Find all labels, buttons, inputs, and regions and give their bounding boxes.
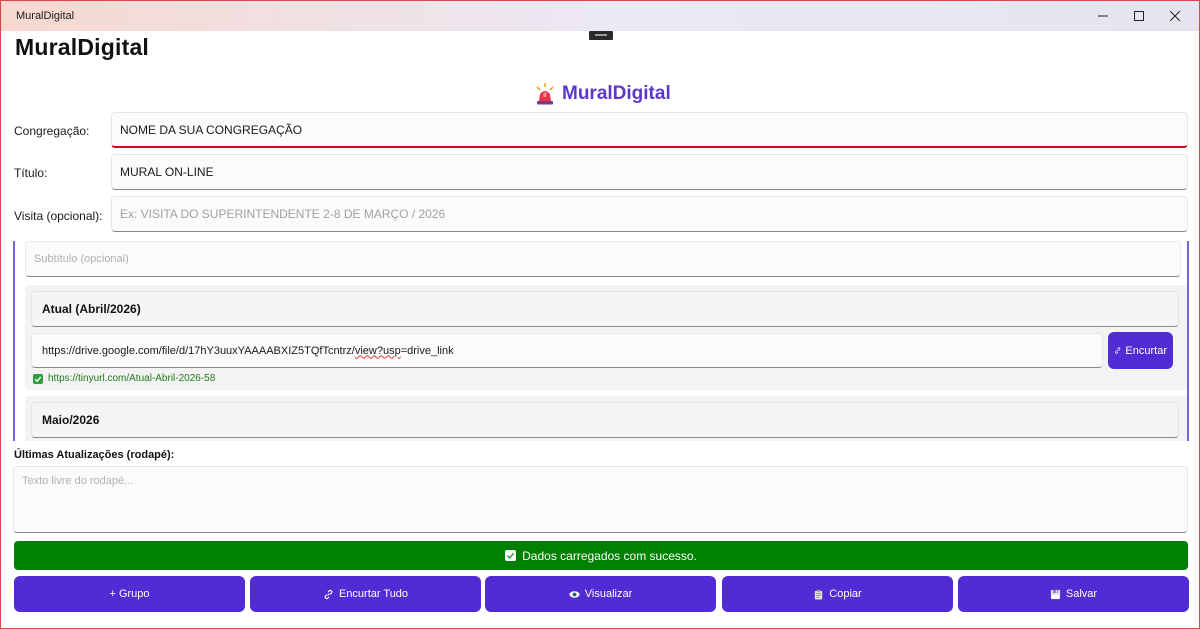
status-text: Dados carregados com sucesso. bbox=[522, 548, 697, 563]
footer-section-label: Últimas Atualizações (rodapé): bbox=[14, 449, 175, 461]
status-bar: Dados carregados com sucesso. bbox=[14, 541, 1188, 570]
group-card: Atual (Abril/2026) https://drive.google.… bbox=[25, 285, 1187, 390]
drag-handle[interactable] bbox=[589, 31, 613, 40]
group-name-field[interactable]: Maio/2026 bbox=[31, 402, 1179, 438]
copy-button[interactable]: Copiar bbox=[722, 576, 953, 612]
subtitle-input[interactable] bbox=[25, 241, 1181, 277]
short-url-text[interactable]: https://tinyurl.com/Atual-Abril-2026-58 bbox=[48, 373, 215, 384]
close-button[interactable] bbox=[1152, 1, 1198, 31]
app-title: MuralDigital bbox=[15, 34, 150, 60]
add-group-button[interactable]: + Grupo bbox=[14, 576, 245, 612]
check-box-icon bbox=[505, 550, 517, 561]
group-name-field[interactable]: Atual (Abril/2026) bbox=[31, 291, 1179, 327]
title-bar[interactable]: MuralDigital bbox=[1, 1, 1199, 31]
eye-icon bbox=[569, 590, 580, 598]
title-input[interactable] bbox=[111, 154, 1188, 190]
drive-link-input[interactable]: https://drive.google.com/file/d/17hY3uux… bbox=[31, 333, 1103, 368]
footer-textarea[interactable] bbox=[13, 466, 1188, 533]
preview-button[interactable]: Visualizar bbox=[485, 576, 716, 612]
link-url-part: https://drive.google.com/file/d/17hY3uux… bbox=[42, 344, 355, 357]
maximize-icon bbox=[1134, 11, 1144, 21]
link-icon bbox=[324, 589, 333, 599]
shorten-button-label: Encurtar bbox=[1125, 344, 1167, 357]
short-url-result: https://tinyurl.com/Atual-Abril-2026-58 bbox=[33, 373, 215, 384]
link-url-part: =drive_link bbox=[400, 344, 454, 357]
floppy-disk-icon bbox=[1050, 589, 1060, 599]
congregation-input[interactable] bbox=[111, 112, 1188, 148]
window-title: MuralDigital bbox=[16, 10, 75, 22]
brand-header: MuralDigital bbox=[535, 81, 671, 107]
visit-label: Visita (opcional): bbox=[14, 209, 103, 223]
link-url-spellcheck-part: view?usp bbox=[354, 344, 401, 357]
shorten-button[interactable]: Encurtar bbox=[1108, 332, 1173, 369]
group-card: Maio/2026 bbox=[25, 396, 1187, 441]
add-group-label: + Grupo bbox=[109, 588, 150, 600]
visit-input[interactable] bbox=[111, 196, 1188, 232]
shorten-all-button[interactable]: Encurtar Tudo bbox=[250, 576, 481, 612]
shorten-all-label: Encurtar Tudo bbox=[338, 588, 409, 600]
groups-scroll-panel[interactable]: Atual (Abril/2026) https://drive.google.… bbox=[13, 241, 1189, 441]
link-icon bbox=[1115, 347, 1121, 354]
check-box-icon bbox=[33, 373, 43, 384]
congregation-label: Congregação: bbox=[14, 124, 90, 138]
alarm-light-icon bbox=[536, 83, 554, 105]
save-label: Salvar bbox=[1065, 588, 1098, 600]
preview-label: Visualizar bbox=[584, 588, 633, 600]
clipboard-icon bbox=[815, 589, 823, 600]
save-button[interactable]: Salvar bbox=[958, 576, 1189, 612]
copy-label: Copiar bbox=[829, 588, 862, 600]
title-label: Título: bbox=[14, 166, 48, 180]
app-window: MuralDigital MuralDigital MuralDigital C… bbox=[0, 0, 1200, 629]
minimize-icon bbox=[1098, 15, 1108, 17]
brand-name: MuralDigital bbox=[562, 83, 671, 104]
close-icon bbox=[1170, 11, 1180, 21]
